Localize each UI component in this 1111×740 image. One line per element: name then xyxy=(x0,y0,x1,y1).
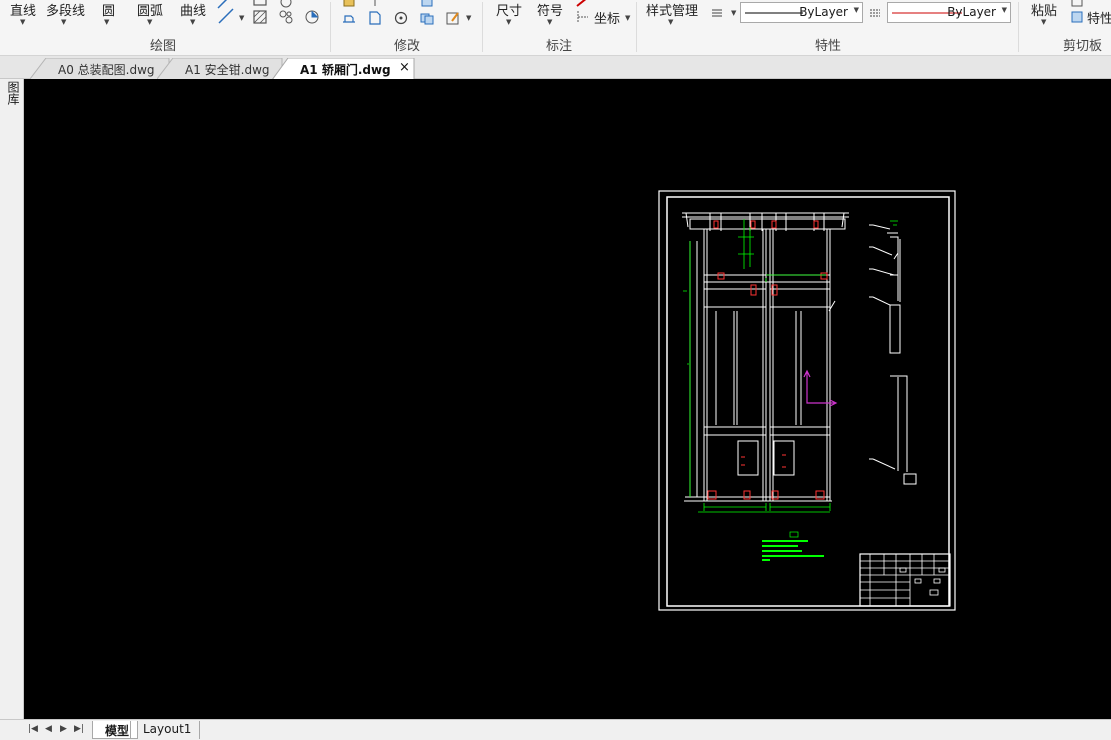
chevron-down-icon[interactable]: ▼ xyxy=(625,14,630,22)
dimension-label: 尺寸 xyxy=(496,4,523,19)
technical-notes xyxy=(762,531,824,561)
tab-a1-safety-gear[interactable]: A1 安全钳.dwg xyxy=(157,58,283,79)
dimension-lines xyxy=(683,219,831,513)
linecolor-icon[interactable] xyxy=(867,5,883,21)
style-manager-label: 样式管理 xyxy=(646,4,699,19)
chevron-down-icon: ▼ xyxy=(1001,6,1007,14)
chevron-down-icon: ▼ xyxy=(147,18,153,26)
symbol-label: 符号 xyxy=(537,4,564,19)
tab-label: A1 轿厢门.dwg xyxy=(300,63,391,77)
close-icon[interactable]: × xyxy=(399,60,410,75)
lineweight-icon[interactable] xyxy=(709,5,725,21)
panel-label-annotate: 标注 xyxy=(546,39,573,54)
panel-separator xyxy=(1018,2,1019,52)
title-block xyxy=(859,553,951,607)
panel-separator xyxy=(482,2,483,52)
polyline-label: 多段线 xyxy=(46,4,86,19)
chevron-down-icon: ▼ xyxy=(1041,18,1047,26)
offset-icon[interactable] xyxy=(419,0,435,8)
polyline-button[interactable]: 多段线 ▼ xyxy=(46,0,86,26)
first-layout-icon[interactable]: |◀ xyxy=(28,724,38,734)
arc-label: 圆弧 xyxy=(137,4,164,19)
chevron-down-icon: ▼ xyxy=(668,18,674,26)
linecolor-value: ByLayer xyxy=(947,5,996,19)
region-icon[interactable] xyxy=(278,0,294,8)
match-properties-icon[interactable] xyxy=(1069,9,1085,25)
chevron-down-icon[interactable]: ▼ xyxy=(731,9,736,17)
chevron-down-icon[interactable]: ▼ xyxy=(239,14,244,22)
tab-layout1[interactable]: Layout1 xyxy=(130,721,201,739)
chevron-down-icon: ▼ xyxy=(104,18,110,26)
symbol-button[interactable]: 符号 ▼ xyxy=(537,0,564,26)
ucs-axis-icon xyxy=(803,369,838,407)
door-elevation xyxy=(682,212,849,502)
dimension-button[interactable]: 尺寸 ▼ xyxy=(496,0,523,26)
ribbon: 直线 ▼ 多段线 ▼ 圆 ▼ 圆弧 ▼ 曲线 ▼ ▼ 绘图 ▼ 修改 尺寸 ▼ 符号 ▼ 坐标… xyxy=(0,0,1111,56)
boundary-icon[interactable] xyxy=(278,9,294,25)
wipeout-icon[interactable] xyxy=(304,9,320,25)
chevron-down-icon: ▼ xyxy=(506,18,512,26)
hatch-icon[interactable] xyxy=(252,9,268,25)
linetype-sample xyxy=(745,12,803,14)
linetype-select[interactable]: ByLayer ▼ xyxy=(740,2,863,23)
style-manager-button[interactable]: 样式管理 ▼ xyxy=(646,0,699,26)
panel-label-clipboard: 剪切板 xyxy=(1063,39,1103,54)
library-label: 图库 xyxy=(6,81,20,105)
rectangle-icon[interactable] xyxy=(252,0,268,8)
coordinate-icon[interactable] xyxy=(575,9,591,25)
arc-button[interactable]: 圆弧 ▼ xyxy=(137,0,164,26)
paste-label: 粘贴 xyxy=(1031,4,1058,19)
chevron-down-icon: ▼ xyxy=(547,18,553,26)
section-profile-green xyxy=(890,220,898,226)
line-button[interactable]: 直线 ▼ xyxy=(10,0,37,26)
left-sidebar: 图库 xyxy=(0,56,24,740)
tab-layout1-label: Layout1 xyxy=(143,722,192,736)
circle-label: 圆 xyxy=(102,4,116,19)
tab-model-label: 模型 xyxy=(105,724,130,738)
construction-line-icon[interactable] xyxy=(218,8,234,24)
cut-icon[interactable] xyxy=(1069,0,1085,9)
line-label: 直线 xyxy=(10,4,37,19)
stretch-icon[interactable] xyxy=(341,10,357,26)
linetype-value: ByLayer xyxy=(799,5,848,19)
panel-label-modify: 修改 xyxy=(394,39,421,54)
door-details-red xyxy=(707,220,828,500)
chevron-down-icon[interactable]: ▼ xyxy=(466,14,471,22)
drawing-canvas[interactable] xyxy=(24,79,1111,719)
tab-label: A0 总装配图.dwg xyxy=(58,63,155,77)
rotate-icon[interactable] xyxy=(393,10,409,26)
linecolor-select[interactable]: ByLayer ▼ xyxy=(887,2,1011,23)
circle-button[interactable]: 圆 ▼ xyxy=(102,0,116,26)
document-tab-bar: A0 总装配图.dwg A1 安全钳.dwg A1 轿厢门.dwg × xyxy=(0,56,1111,80)
section-profile xyxy=(828,224,917,485)
move-icon[interactable] xyxy=(341,0,357,8)
coordinate-button[interactable]: 坐标 xyxy=(594,8,620,27)
copy-icon[interactable] xyxy=(419,10,435,26)
panel-separator xyxy=(636,2,637,52)
properties-label: 特性 xyxy=(1087,12,1111,27)
curve-label: 曲线 xyxy=(180,4,207,19)
cad-drawing xyxy=(658,190,956,611)
panel-separator xyxy=(330,2,331,52)
properties-button[interactable]: 特性 xyxy=(1087,8,1111,27)
paste-button[interactable]: 粘贴 ▼ xyxy=(1031,0,1058,26)
edit-icon[interactable] xyxy=(445,10,461,26)
last-layout-icon[interactable]: ▶| xyxy=(74,724,84,734)
tab-a0-assembly[interactable]: A0 总装配图.dwg xyxy=(30,58,170,79)
layout-tab-bar: |◀ ◀ ▶ ▶| 模型 Layout1 xyxy=(0,719,1111,740)
chevron-down-icon: ▼ xyxy=(20,18,26,26)
prev-layout-icon[interactable]: ◀ xyxy=(45,724,52,734)
curve-button[interactable]: 曲线 ▼ xyxy=(180,0,207,26)
panel-label-draw: 绘图 xyxy=(150,39,177,54)
panel-label-properties: 特性 xyxy=(815,39,842,54)
tab-label: A1 安全钳.dwg xyxy=(185,63,270,77)
coordinate-label: 坐标 xyxy=(594,12,621,27)
next-layout-icon[interactable]: ▶ xyxy=(60,724,67,734)
chevron-down-icon: ▼ xyxy=(61,18,67,26)
tab-a1-car-door[interactable]: A1 轿厢门.dwg × xyxy=(272,58,415,80)
mirror-icon[interactable] xyxy=(367,0,383,8)
chevron-down-icon: ▼ xyxy=(190,18,196,26)
scale-icon[interactable] xyxy=(367,10,383,26)
chevron-down-icon: ▼ xyxy=(853,6,859,14)
